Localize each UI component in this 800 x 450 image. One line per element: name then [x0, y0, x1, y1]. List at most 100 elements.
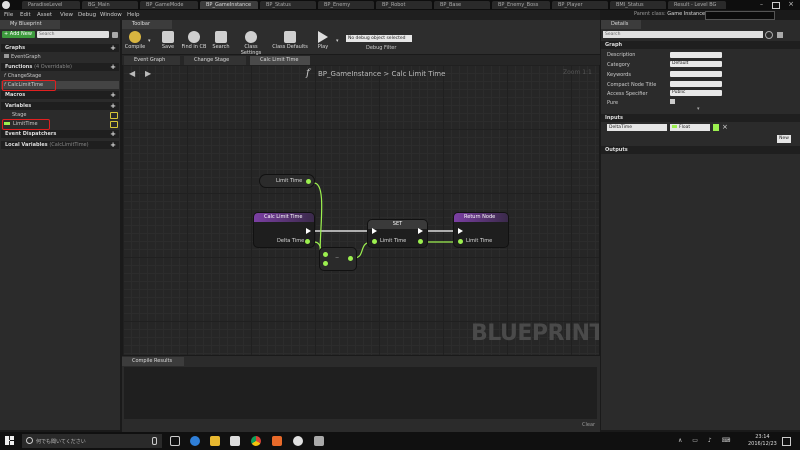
menu-view[interactable]: View — [60, 10, 73, 20]
float-out-pin[interactable] — [348, 256, 353, 261]
float-in-pin[interactable] — [323, 261, 328, 266]
windows-start-icon[interactable] — [5, 436, 14, 445]
subtract-node[interactable]: − — [320, 248, 356, 270]
doc-tab[interactable]: BG_Main — [82, 1, 138, 9]
tab-change-stage[interactable]: Change Stage — [184, 56, 246, 65]
details-search-input[interactable]: Search — [603, 31, 763, 38]
compile-options-chevron-icon[interactable]: ▾ — [148, 38, 151, 44]
view-options-icon[interactable] — [112, 32, 118, 38]
local-variables-section[interactable]: Local Variables (CalcLimitTime) + — [1, 141, 119, 149]
functions-section[interactable]: Functions (4 Overridable) + — [1, 63, 119, 71]
function-item[interactable]: f ChangeStage — [4, 72, 41, 80]
menu-asset[interactable]: Asset — [37, 10, 52, 20]
variable-item[interactable]: Stage — [12, 111, 26, 119]
unreal-engine-icon[interactable] — [293, 436, 303, 446]
clock[interactable]: 23:14 2016/12/23 — [748, 434, 777, 448]
debug-object-select[interactable]: No debug object selected — [346, 35, 412, 42]
blueprint-search-input[interactable]: Search — [37, 31, 109, 38]
description-field[interactable] — [670, 52, 722, 58]
menu-help[interactable]: Help — [127, 10, 140, 20]
doc-tab[interactable]: BP_Robot — [376, 1, 432, 9]
class-settings-button[interactable]: Class Settings — [234, 31, 268, 56]
edge-icon[interactable] — [190, 436, 200, 446]
tab-compile-results[interactable]: Compile Results — [122, 357, 184, 366]
view-options-icon[interactable] — [777, 32, 783, 38]
add-graph-icon[interactable]: + — [110, 44, 116, 52]
doc-tab[interactable]: BP_Base — [434, 1, 490, 9]
exec-in-pin[interactable] — [458, 228, 463, 234]
compact-node-title-field[interactable] — [670, 81, 722, 87]
event-graph-item[interactable]: EventGraph — [4, 53, 41, 61]
remove-input-icon[interactable]: × — [722, 123, 728, 131]
keywords-field[interactable] — [670, 71, 722, 77]
close-button[interactable]: × — [786, 0, 796, 9]
float-in-pin[interactable] — [372, 239, 377, 244]
details-search-icon[interactable] — [765, 31, 773, 39]
float-out-pin[interactable] — [418, 239, 423, 244]
maximize-button[interactable] — [772, 2, 780, 9]
app-icon[interactable] — [314, 436, 324, 446]
search-for-help-field[interactable] — [705, 11, 775, 20]
tab-calc-limit-time[interactable]: Calc Limit Time — [250, 56, 310, 65]
add-macro-icon[interactable]: + — [110, 91, 116, 99]
add-new-button[interactable]: + Add New — [2, 31, 35, 38]
graph-details-section[interactable]: Graph — [601, 41, 800, 49]
float-in-pin[interactable] — [458, 239, 463, 244]
input-name-field[interactable]: DeltaTime — [607, 124, 667, 131]
tab-my-blueprint[interactable]: My Blueprint — [0, 20, 60, 29]
add-dispatcher-icon[interactable]: + — [110, 130, 116, 138]
float-out-pin[interactable] — [305, 239, 310, 244]
action-center-icon[interactable] — [782, 437, 791, 446]
chrome-icon[interactable] — [251, 436, 261, 446]
exec-out-pin[interactable] — [418, 228, 423, 234]
input-type-select[interactable]: Float — [670, 124, 710, 131]
variable-visibility-icon[interactable] — [110, 112, 118, 119]
exec-in-pin[interactable] — [372, 228, 377, 234]
container-type-icon[interactable] — [713, 124, 719, 131]
event-dispatchers-section[interactable]: Event Dispatchers + — [1, 130, 119, 138]
new-input-button[interactable]: New — [777, 135, 791, 143]
microphone-icon[interactable] — [152, 437, 157, 445]
variables-section[interactable]: Variables + — [1, 102, 119, 110]
doc-tab[interactable]: Result - Level BG — [668, 1, 726, 9]
tab-toolbar[interactable]: Toolbar — [122, 20, 172, 29]
doc-tab[interactable]: BP_Status — [260, 1, 316, 9]
menu-edit[interactable]: Edit — [20, 10, 31, 20]
add-local-variable-icon[interactable]: + — [110, 141, 116, 149]
macros-section[interactable]: Macros + — [1, 91, 119, 99]
float-in-pin[interactable] — [323, 252, 328, 257]
search-button[interactable]: Search — [210, 31, 232, 53]
access-specifier-select[interactable]: Public — [670, 90, 722, 96]
menu-window[interactable]: Window — [100, 10, 122, 20]
doc-tab[interactable]: BMI_Status — [610, 1, 666, 9]
category-select[interactable]: Default — [670, 61, 722, 67]
menu-file[interactable]: File — [4, 10, 13, 20]
doc-tab[interactable]: BP_GameMode — [140, 1, 198, 9]
doc-tab[interactable]: BP_Enemy — [318, 1, 374, 9]
store-icon[interactable] — [230, 436, 240, 446]
variable-visibility-icon[interactable] — [110, 121, 118, 128]
menu-debug[interactable]: Debug — [78, 10, 96, 20]
graphs-section[interactable]: Graphs + — [1, 44, 119, 52]
set-node[interactable]: SET Limit Time — [368, 220, 427, 247]
compile-button[interactable]: Compile — [124, 31, 146, 53]
task-view-icon[interactable] — [170, 436, 180, 446]
limit-time-getter-node[interactable]: Limit Time — [260, 175, 314, 187]
advanced-chevron-icon[interactable]: ▾ — [697, 106, 700, 112]
function-entry-node[interactable]: Calc Limit Time Delta Time — [254, 213, 314, 247]
class-defaults-button[interactable]: Class Defaults — [272, 31, 308, 53]
float-out-pin[interactable] — [306, 179, 311, 184]
file-explorer-icon[interactable] — [210, 436, 220, 446]
doc-tab[interactable]: BP_Player — [552, 1, 608, 9]
pure-checkbox[interactable] — [670, 99, 675, 104]
save-button[interactable]: Save — [158, 31, 178, 53]
find-in-cb-button[interactable]: Find in CB — [180, 31, 208, 53]
inputs-section[interactable]: Inputs — [601, 114, 800, 122]
play-button[interactable]: Play — [312, 31, 334, 53]
doc-tab[interactable]: BP_Enemy_Boss — [492, 1, 550, 9]
add-variable-icon[interactable]: + — [110, 102, 116, 110]
return-node[interactable]: Return Node Limit Time — [454, 213, 508, 247]
clear-button[interactable]: Clear — [582, 422, 595, 428]
cortana-search-box[interactable]: 何でも聞いてください — [22, 434, 162, 448]
doc-tab-active[interactable]: BP_GameInstance — [200, 1, 258, 9]
